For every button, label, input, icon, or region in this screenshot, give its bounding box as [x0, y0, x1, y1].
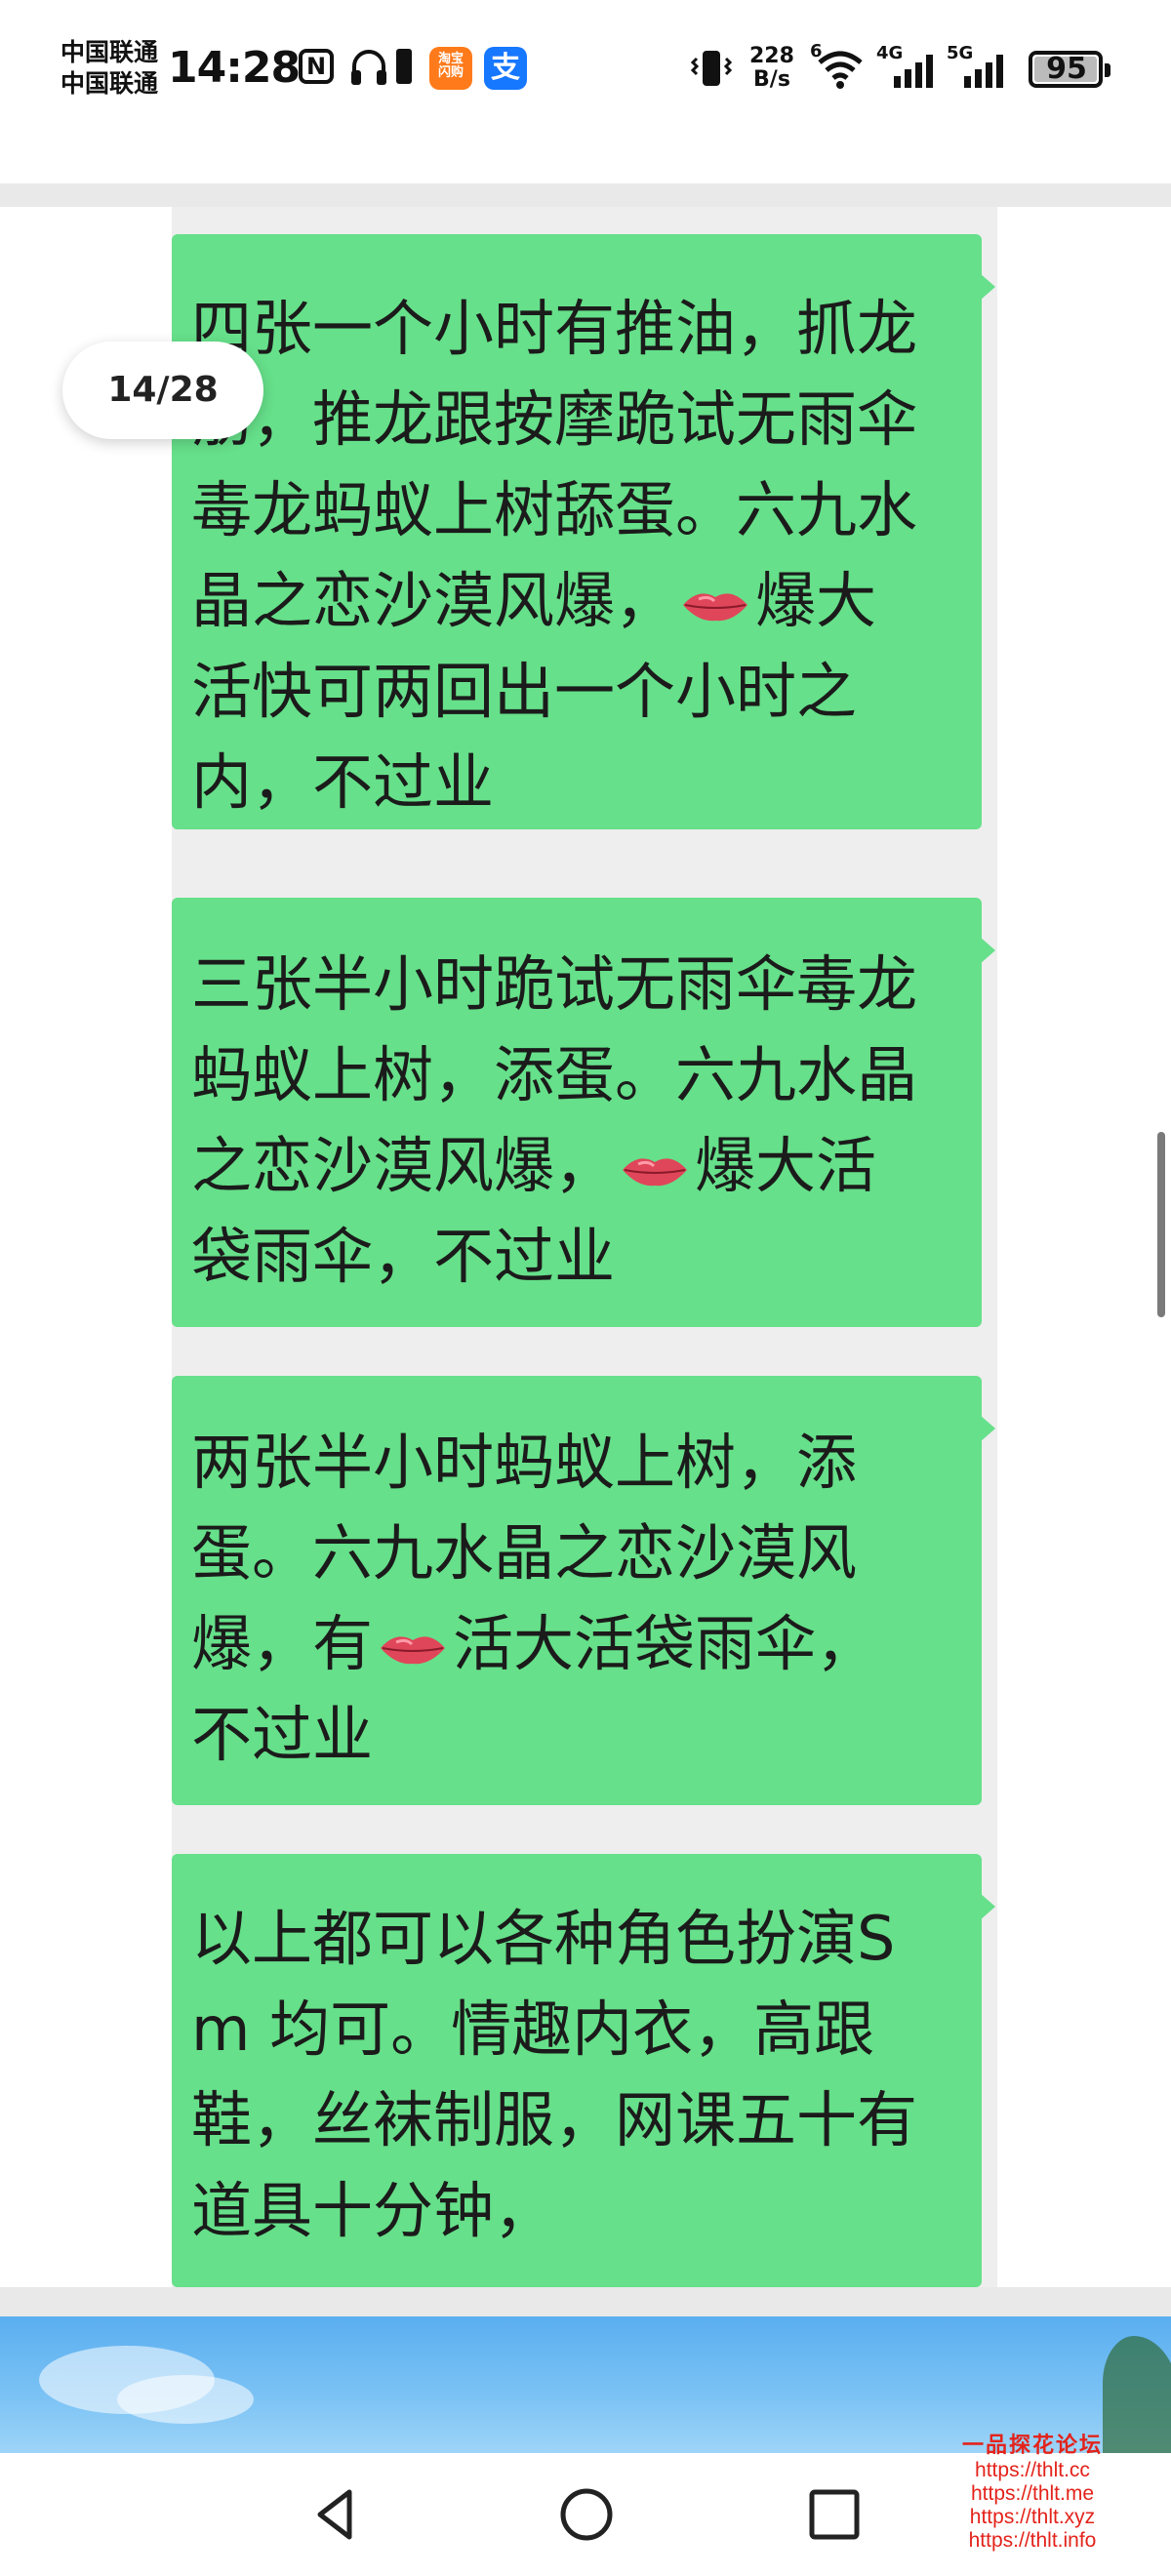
- status-bar: 中国联通 中国联通 14:28 N 淘宝 闪购 支 228 B/s 6 4G 5…: [0, 0, 1171, 146]
- lips-emoji-icon: [623, 1158, 688, 1187]
- watermark: 一品探花论坛 https://thlt.cc https://thlt.me h…: [954, 2428, 1110, 2553]
- taobao-icon: 淘宝 闪购: [429, 47, 472, 90]
- watermark-url: https://thlt.xyz: [969, 2506, 1096, 2528]
- lips-emoji-icon: [683, 593, 748, 622]
- home-icon[interactable]: [552, 2480, 621, 2549]
- sig1-badge: 4G: [876, 43, 903, 63]
- page-counter: 14/28: [62, 342, 263, 439]
- signal-5g-icon: 5G: [947, 43, 1003, 88]
- battery-icon: 95: [1029, 51, 1110, 88]
- image-bottom-border: [0, 2287, 1171, 2316]
- recents-icon[interactable]: [800, 2480, 868, 2549]
- watermark-url: https://thlt.me: [970, 2482, 1095, 2505]
- watermark-url: https://thlt.cc: [975, 2459, 1090, 2481]
- message-text: 以上都可以各种角色扮演Sm 均可。情趣内衣，高跟鞋，丝袜制服，网课五十有道具十分…: [191, 1893, 933, 2256]
- chat-bubble: 四张一个小时有推油，抓龙筋，推龙跟按摩跪试无雨伞毒龙蚂蚁上树舔蛋。六九水晶之恋沙…: [172, 234, 995, 829]
- nfc-icon: N: [299, 49, 334, 84]
- carrier-2: 中国联通: [61, 69, 159, 98]
- headset-icon: [351, 50, 386, 85]
- watermark-url: https://thlt.info: [968, 2529, 1097, 2552]
- carrier-1: 中国联通: [61, 38, 159, 66]
- wifi-badge: 6: [810, 41, 823, 61]
- scrollbar[interactable]: [1157, 1132, 1165, 1317]
- net-speed: 228 B/s: [749, 45, 794, 92]
- alipay-icon: 支: [484, 47, 527, 90]
- net-speed-unit: B/s: [753, 67, 790, 92]
- chat-bubble: 以上都可以各种角色扮演Sm 均可。情趣内衣，高跟鞋，丝袜制服，网课五十有道具十分…: [172, 1854, 995, 2287]
- image-viewer[interactable]: 四张一个小时有推油，抓龙筋，推龙跟按摩跪试无雨伞毒龙蚂蚁上树舔蛋。六九水晶之恋沙…: [0, 207, 1171, 2287]
- chat-screenshot: 四张一个小时有推油，抓龙筋，推龙跟按摩跪试无雨伞毒龙蚂蚁上树舔蛋。六九水晶之恋沙…: [172, 207, 997, 2287]
- battery-level: 95: [1046, 52, 1087, 86]
- wifi-icon: 6: [810, 41, 863, 89]
- message-text-part: 以上都可以各种角色扮演Sm 均可。情趣内衣，高跟鞋，丝袜制服，网课五十有道具十分…: [191, 1903, 918, 2246]
- image-top-border: [0, 183, 1171, 207]
- sig2-badge: 5G: [947, 43, 973, 63]
- message-text: 四张一个小时有推油，抓龙筋，推龙跟按摩跪试无雨伞毒龙蚂蚁上树舔蛋。六九水晶之恋沙…: [191, 283, 933, 827]
- status-time: 14:28: [168, 43, 301, 93]
- message-text: 两张半小时蚂蚁上树，添蛋。六九水晶之恋沙漠风爆，有 活大活袋雨伞，不过业: [191, 1417, 933, 1780]
- chat-bubble: 三张半小时跪试无雨伞毒龙蚂蚁上树，添蛋。六九水晶之恋沙漠风爆， 爆大活袋雨伞，不过…: [172, 898, 995, 1327]
- carrier-labels: 中国联通 中国联通: [61, 37, 158, 100]
- net-speed-value: 228: [749, 44, 794, 68]
- back-icon[interactable]: [303, 2480, 371, 2549]
- vibrate-icon: [690, 51, 733, 86]
- signal-4g-icon: 4G: [876, 43, 933, 88]
- lips-emoji-icon: [381, 1636, 446, 1665]
- palm-leaf: [1103, 2336, 1171, 2453]
- watermark-title: 一品探花论坛: [961, 2433, 1103, 2458]
- message-text: 三张半小时跪试无雨伞毒龙蚂蚁上树，添蛋。六九水晶之恋沙漠风爆， 爆大活袋雨伞，不过…: [191, 939, 933, 1302]
- chat-bubble: 两张半小时蚂蚁上树，添蛋。六九水晶之恋沙漠风爆，有 活大活袋雨伞，不过业: [172, 1376, 995, 1805]
- battery-saver-icon: [396, 49, 412, 84]
